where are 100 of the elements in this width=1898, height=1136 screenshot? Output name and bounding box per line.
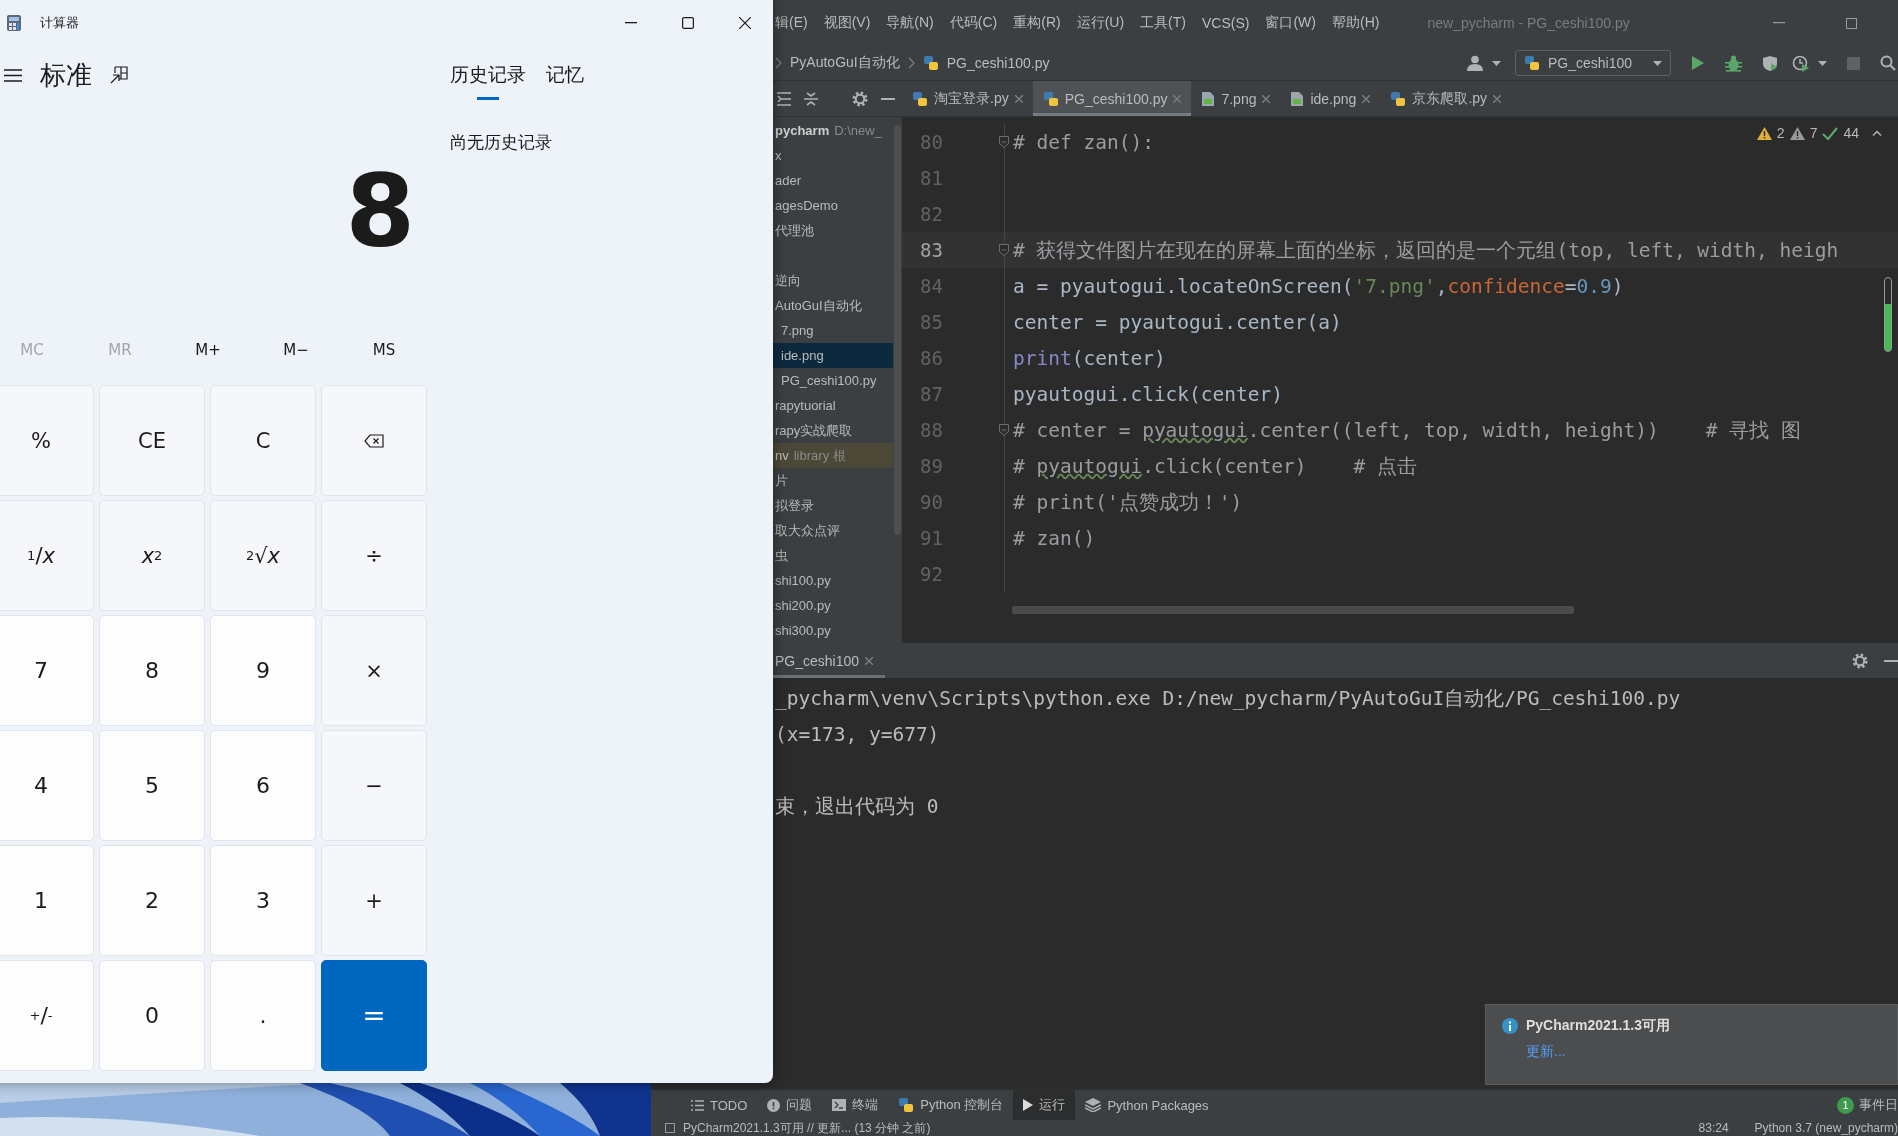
fold-icon[interactable] [999, 136, 1009, 148]
digit-key[interactable]: 9 [210, 615, 316, 726]
tree-item[interactable]: 逆向 [773, 243, 893, 293]
user-icon[interactable] [1466, 55, 1484, 71]
operator-key[interactable]: × [321, 615, 427, 726]
digit-key[interactable]: 3 [210, 845, 316, 956]
digit-key[interactable]: 5 [99, 730, 205, 841]
editor-tab[interactable]: 淘宝登录.py [902, 81, 1033, 116]
tree-item[interactable]: AutoGuI自动化 [773, 293, 893, 318]
tree-item[interactable]: agesDemo [773, 193, 893, 218]
fold-icon[interactable] [999, 424, 1009, 436]
caret-up-icon[interactable] [1872, 130, 1882, 136]
settings-icon[interactable] [852, 90, 868, 107]
tool-window-button[interactable]: Python Packages [1075, 1090, 1219, 1120]
tree-item[interactable]: ide.png [773, 343, 893, 368]
digit-key[interactable]: . [210, 960, 316, 1071]
menu-item[interactable]: 运行(U) [1076, 11, 1125, 35]
menu-item[interactable]: 代码(C) [949, 11, 998, 35]
memory-button[interactable]: M+ [164, 328, 252, 372]
tree-item[interactable]: ader [773, 168, 893, 193]
collapse-all-icon[interactable] [777, 91, 791, 106]
tree-item[interactable]: nv library 根 [773, 443, 893, 468]
horizontal-scrollbar[interactable] [1012, 606, 1574, 614]
digit-key[interactable]: 2 [99, 845, 205, 956]
tree-item[interactable]: rapytuorial [773, 393, 893, 418]
breadcrumb-item[interactable]: PyAutoGuI自动化 [790, 54, 900, 72]
menu-item[interactable]: VCS(S) [1202, 12, 1250, 34]
digit-key[interactable]: 1 [0, 845, 94, 956]
check-icon[interactable] [1822, 126, 1839, 140]
memory-button[interactable]: M− [252, 328, 340, 372]
menu-item[interactable]: 辑(E) [775, 11, 808, 35]
maximize-icon[interactable] [681, 17, 694, 29]
tree-item[interactable]: 虫 [773, 543, 893, 568]
tree-item[interactable]: 拟登录 [773, 493, 893, 518]
operator-key[interactable]: $^{2}$√x [210, 500, 316, 611]
menu-item[interactable]: 工具(T) [1140, 11, 1186, 35]
event-log-button[interactable]: 事件日 [1859, 1096, 1898, 1114]
scrollbar[interactable] [894, 125, 901, 535]
digit-key[interactable]: 4 [0, 730, 94, 841]
digit-key[interactable]: 6 [210, 730, 316, 841]
editor-tab[interactable]: 京东爬取.py [1380, 81, 1512, 116]
warning-icon[interactable] [1789, 126, 1805, 140]
editor-tab[interactable]: ide.png [1280, 81, 1381, 116]
expand-all-icon[interactable] [804, 91, 818, 106]
search-icon[interactable] [1880, 55, 1896, 71]
menu-item[interactable]: 视图(V) [823, 11, 871, 35]
fold-icon[interactable] [999, 244, 1009, 256]
tree-item[interactable]: 代理池 [773, 218, 893, 243]
tree-item[interactable]: 片 [773, 468, 893, 493]
clock-icon[interactable] [1792, 54, 1810, 72]
settings-icon[interactable] [1852, 652, 1868, 669]
digit-key[interactable]: 0 [99, 960, 205, 1071]
operator-key[interactable]: ÷ [321, 500, 427, 611]
operator-key[interactable]: CE [99, 385, 205, 496]
tool-window-button[interactable]: 运行 [1013, 1090, 1076, 1120]
caret-position[interactable]: 83:24 [1698, 1121, 1729, 1135]
tree-item[interactable]: pycharm D:\new_ [773, 118, 893, 143]
tool-window-button[interactable]: 终端 [822, 1090, 889, 1120]
caret-icon[interactable] [1818, 60, 1827, 66]
tool-window-button[interactable]: Python 控制台 [888, 1090, 1014, 1120]
operator-key[interactable]: + [321, 845, 427, 956]
tree-item[interactable]: 取大众点评 [773, 518, 893, 543]
tool-window-button[interactable]: 问题 [757, 1090, 823, 1120]
operator-key[interactable]: − [321, 730, 427, 841]
menu-item[interactable]: 重构(R) [1013, 11, 1061, 35]
operator-key[interactable]: C [210, 385, 316, 496]
minimize-icon[interactable] [624, 22, 637, 24]
memory-button[interactable]: MS [340, 328, 428, 372]
tree-item[interactable]: rapy实战爬取 [773, 418, 893, 443]
menu-item[interactable]: 导航(N) [886, 11, 934, 35]
tree-item[interactable]: x [773, 143, 893, 168]
tool-window-button[interactable]: TODO [681, 1090, 758, 1120]
square-icon[interactable] [665, 1123, 675, 1133]
update-link[interactable]: 更新... [1526, 1043, 1566, 1061]
equals-button[interactable]: = [321, 960, 427, 1071]
tree-item[interactable]: shi300.py [773, 618, 893, 643]
breadcrumb-item[interactable]: PG_ceshi100.py [946, 55, 1050, 71]
run-icon[interactable] [1691, 55, 1705, 71]
scrollbar[interactable] [1884, 277, 1892, 352]
caret-icon[interactable] [1653, 60, 1662, 66]
tree-item[interactable]: shi200.py [773, 593, 893, 618]
tree-item[interactable]: 7.png [773, 318, 893, 343]
editor-tab[interactable]: 7.png [1191, 81, 1281, 116]
warning-icon[interactable] [1756, 126, 1772, 140]
run-config-dropdown[interactable]: PG_ceshi100 [1515, 50, 1671, 76]
menu-item[interactable]: 窗口(W) [1265, 11, 1316, 35]
shield-icon[interactable] [1762, 54, 1778, 72]
close-icon[interactable] [738, 17, 751, 29]
tree-item[interactable]: PG_ceshi100.py [773, 368, 893, 393]
panel-tab[interactable]: 记忆 [546, 54, 584, 100]
operator-key[interactable]: x$^{2}$ [99, 500, 205, 611]
editor-tab[interactable]: PG_ceshi100.py [1032, 81, 1192, 116]
menu-item[interactable]: 帮助(H) [1332, 11, 1380, 35]
bug-icon[interactable] [1725, 54, 1742, 72]
operator-key[interactable]: $^{1}$/x [0, 500, 94, 611]
digit-key[interactable]: 7 [0, 615, 94, 726]
operator-key[interactable]: % [0, 385, 94, 496]
keep-on-top-button[interactable] [108, 64, 130, 86]
interpreter-label[interactable]: Python 3.7 (new_pycharm) [1754, 1121, 1898, 1135]
digit-key[interactable]: 8 [99, 615, 205, 726]
